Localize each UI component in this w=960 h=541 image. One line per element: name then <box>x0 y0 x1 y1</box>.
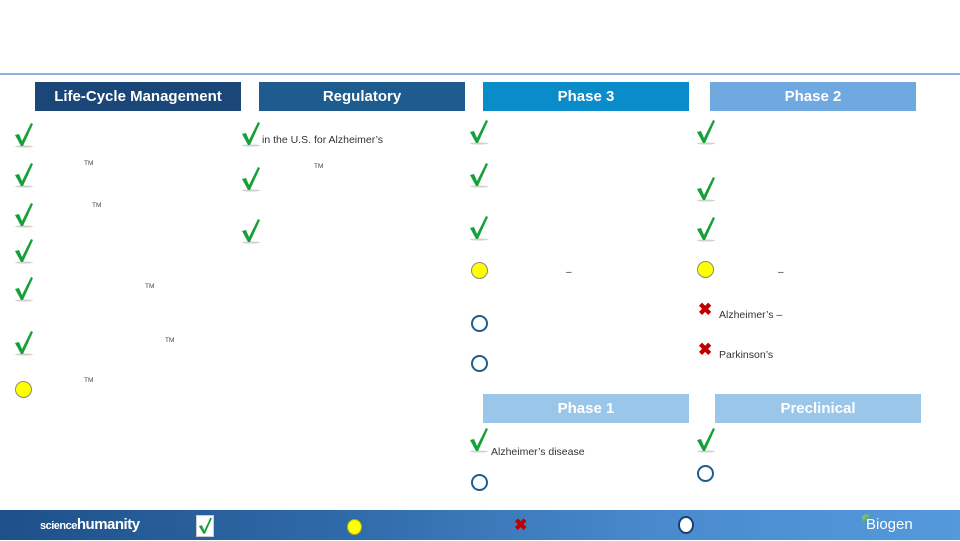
in-progress-dot-icon <box>15 381 32 398</box>
trademark: TM <box>84 160 94 167</box>
item-text: Alzheimer’s disease <box>491 446 585 458</box>
trademark: TM <box>92 202 102 209</box>
check-icon <box>14 238 34 264</box>
header-preclinical: Preclinical <box>715 394 921 423</box>
check-icon <box>469 119 489 145</box>
item-text: – <box>778 267 784 278</box>
item-text: in the U.S. for Alzheimer’s <box>262 134 383 146</box>
open-circle-icon <box>471 315 488 332</box>
open-circle-icon <box>697 465 714 482</box>
check-icon <box>241 218 261 244</box>
item-text: Parkinson’s <box>719 349 774 361</box>
check-icon <box>469 215 489 241</box>
check-icon <box>241 121 261 147</box>
check-icon <box>14 276 34 302</box>
check-icon <box>696 176 716 202</box>
trademark: TM <box>165 337 175 344</box>
check-icon <box>241 166 261 192</box>
trademark: TM <box>314 163 324 170</box>
item-text: Alzheimer’s – <box>719 309 783 321</box>
legend-check-icon <box>196 515 214 537</box>
header-phase-3: Phase 3 <box>483 82 689 111</box>
header-phase-1: Phase 1 <box>483 394 689 423</box>
in-progress-dot-icon <box>697 261 714 278</box>
header-phase-2: Phase 2 <box>710 82 916 111</box>
biogen-brand: Biogen <box>866 516 913 533</box>
logo-science-text: science <box>40 520 77 532</box>
check-icon <box>469 162 489 188</box>
trademark: TM <box>145 283 155 290</box>
check-icon <box>469 427 489 453</box>
in-progress-dot-icon <box>471 262 488 279</box>
check-icon <box>696 427 716 453</box>
open-circle-icon <box>471 474 488 491</box>
item-text: – <box>566 267 572 278</box>
check-icon <box>14 202 34 228</box>
legend-yellow-dot-icon <box>347 519 362 535</box>
header-regulatory: Regulatory <box>259 82 465 111</box>
trademark: TM <box>84 377 94 384</box>
legend-red-x-icon: ✖ <box>514 517 528 534</box>
check-icon <box>696 216 716 242</box>
check-icon <box>14 122 34 148</box>
logo-humanity-text: humanity <box>76 516 140 533</box>
failed-x-icon: ✖ <box>698 300 713 319</box>
footer-bar: sciencehumanity ✖ Biogen <box>0 510 960 540</box>
header-life-cycle-management: Life-Cycle Management <box>35 82 241 111</box>
title-divider <box>0 73 960 75</box>
legend-open-circle-icon <box>678 516 694 534</box>
open-circle-icon <box>471 355 488 372</box>
check-icon <box>696 119 716 145</box>
check-icon <box>14 330 34 356</box>
science-humanity-logo: sciencehumanity <box>40 516 140 533</box>
failed-x-icon: ✖ <box>698 340 713 359</box>
check-icon <box>14 162 34 188</box>
